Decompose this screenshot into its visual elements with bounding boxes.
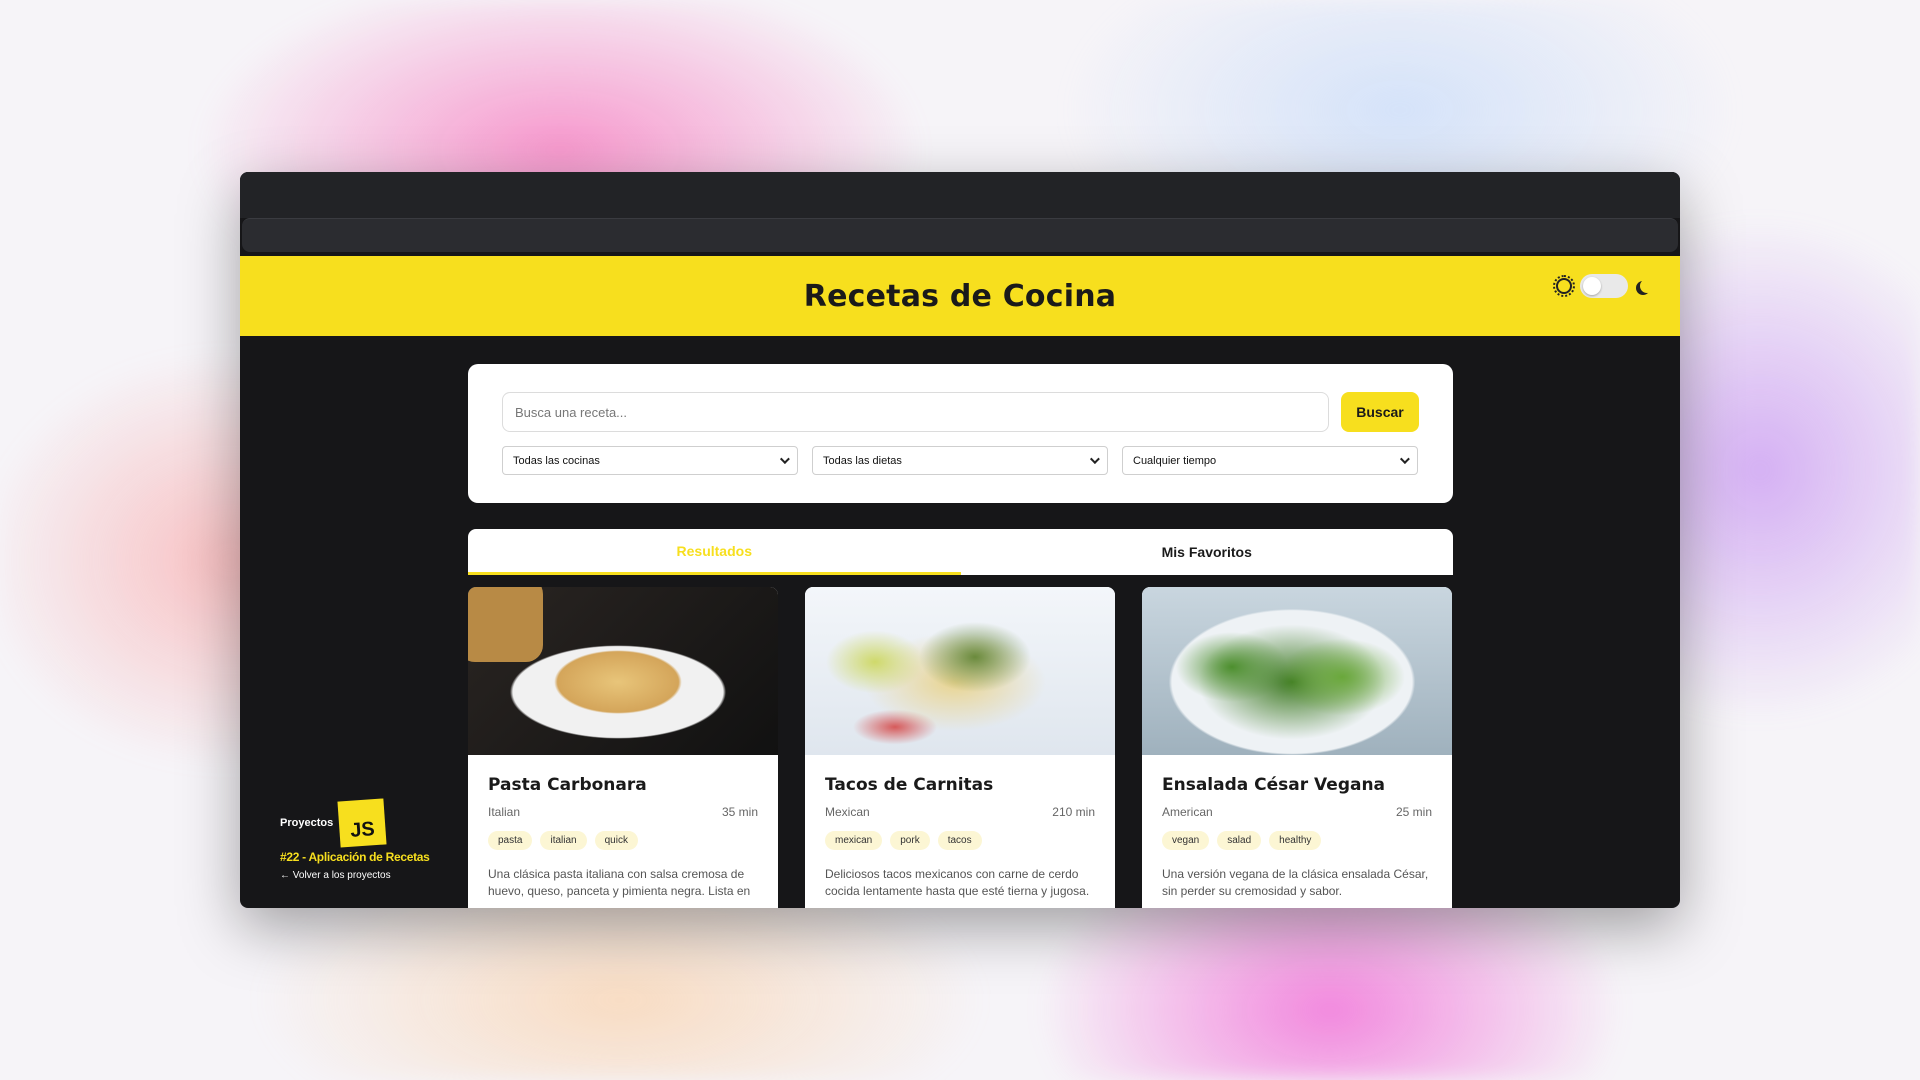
tag: quick: [594, 831, 638, 850]
sun-icon: [1553, 275, 1575, 297]
recipe-time: 210 min: [1052, 805, 1095, 819]
chevron-down-icon: [779, 454, 790, 465]
recipe-card[interactable]: Ensalada César Vegana American 25 min ve…: [1142, 587, 1452, 908]
address-bar[interactable]: [242, 218, 1678, 252]
diet-select-value: Todas las dietas: [823, 454, 902, 467]
tag: pork: [890, 831, 930, 850]
results-tabs: Resultados Mis Favoritos: [468, 529, 1453, 575]
browser-window: Recetas de Cocina Buscar Todas las cocin…: [240, 172, 1680, 908]
tag: tacos: [937, 831, 982, 850]
recipe-card[interactable]: Pasta Carbonara Italian 35 min pasta ita…: [468, 587, 778, 908]
tag-list: vegan salad healthy: [1162, 831, 1432, 850]
theme-toggle[interactable]: [1580, 274, 1628, 298]
back-to-projects-link[interactable]: ← Volver a los proyectos: [280, 870, 430, 881]
tag-list: pasta italian quick: [488, 831, 758, 850]
tab-mis-favoritos[interactable]: Mis Favoritos: [961, 529, 1454, 575]
recipe-image: [805, 587, 1115, 755]
time-select[interactable]: Cualquier tiempo: [1122, 446, 1418, 475]
tag: mexican: [825, 831, 883, 850]
chevron-down-icon: [1089, 454, 1100, 465]
tag-list: mexican pork tacos: [825, 831, 1095, 850]
recipe-description: Una versión vegana de la clásica ensalad…: [1162, 867, 1429, 898]
recipe-description: Deliciosos tacos mexicanos con carne de …: [825, 867, 1090, 898]
tab-resultados[interactable]: Resultados: [468, 529, 961, 575]
recipe-time: 35 min: [721, 805, 758, 819]
recipe-cuisine: Italian: [488, 805, 521, 819]
recipe-description: Una clásica pasta italiana con salsa cre…: [488, 867, 751, 898]
app-header: Recetas de Cocina: [240, 256, 1680, 336]
recipe-image: [468, 587, 778, 755]
recipe-title: Ensalada César Vegana: [1162, 775, 1386, 795]
js-logo-icon: JS: [337, 798, 387, 848]
moon-icon: [1640, 279, 1654, 293]
recipe-title: Tacos de Carnitas: [825, 775, 994, 795]
search-input[interactable]: [502, 392, 1329, 432]
tag: salad: [1217, 831, 1262, 850]
search-button[interactable]: Buscar: [1341, 392, 1419, 432]
toggle-knob: [1583, 277, 1601, 295]
recipe-title: Pasta Carbonara: [488, 775, 647, 795]
recipe-grid: Pasta Carbonara Italian 35 min pasta ita…: [468, 587, 1453, 908]
theme-switch[interactable]: [1553, 274, 1650, 298]
tag: vegan: [1162, 831, 1210, 850]
badge-label: Proyectos: [280, 817, 334, 829]
cuisine-select[interactable]: Todas las cocinas: [502, 446, 798, 475]
recipe-cuisine: Mexican: [825, 805, 870, 819]
page-title: Recetas de Cocina: [803, 278, 1117, 314]
badge-project-title: #22 - Aplicación de Recetas: [280, 850, 430, 864]
recipe-image: [1142, 587, 1452, 755]
search-panel: Buscar Todas las cocinas Todas las dieta…: [468, 364, 1453, 503]
time-select-value: Cualquier tiempo: [1133, 454, 1217, 467]
tag: pasta: [488, 831, 533, 850]
window-titlebar: [240, 172, 1680, 218]
chevron-down-icon: [1399, 454, 1410, 465]
recipe-cuisine: American: [1162, 805, 1213, 819]
tag: italian: [540, 831, 587, 850]
project-badge: Proyectos JS #22 - Aplicación de Recetas…: [280, 798, 430, 881]
cuisine-select-value: Todas las cocinas: [513, 454, 600, 467]
diet-select[interactable]: Todas las dietas: [812, 446, 1108, 475]
recipe-time: 25 min: [1395, 805, 1432, 819]
tag: healthy: [1269, 831, 1322, 850]
recipe-card[interactable]: Tacos de Carnitas Mexican 210 min mexica…: [805, 587, 1115, 908]
